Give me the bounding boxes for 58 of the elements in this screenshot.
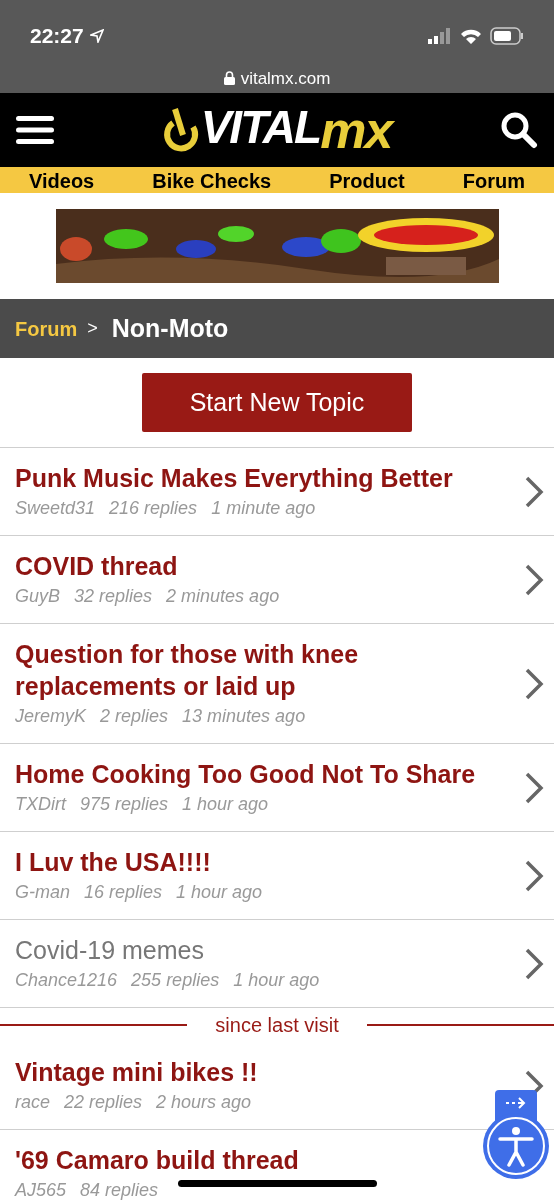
topic-row[interactable]: Covid-19 memes Chance1216 255 replies 1 hour ago bbox=[0, 920, 554, 1008]
start-topic-button[interactable]: Start New Topic bbox=[142, 373, 412, 432]
topic-author: race bbox=[15, 1091, 50, 1114]
clock: 22:27 bbox=[30, 23, 84, 49]
topic-author: G-man bbox=[15, 881, 70, 904]
wifi-icon bbox=[460, 27, 482, 44]
topic-title: '69 Camaro build thread bbox=[15, 1145, 300, 1176]
reply-count: 32 replies bbox=[74, 585, 153, 608]
breadcrumb-link[interactable]: Forum bbox=[15, 313, 78, 344]
topic-row[interactable]: Home Cooking Too Good Not To Share TXDirt 975 replies 1 hour ago bbox=[0, 744, 554, 832]
reply-count: 2 replies bbox=[100, 705, 169, 728]
topic-author: TXDirt bbox=[15, 793, 66, 816]
reply-count: 16 replies bbox=[84, 881, 163, 904]
topic-author: JeremyK bbox=[15, 705, 86, 728]
topic-row[interactable]: COVID thread GuyB 32 replies 2 minutes ago bbox=[0, 536, 554, 624]
battery-icon bbox=[490, 26, 524, 45]
reply-count: 255 replies bbox=[131, 969, 220, 992]
topic-time: 1 hour ago bbox=[233, 969, 320, 992]
topic-title: Vintage mini bikes !! bbox=[15, 1057, 259, 1088]
topic-title: I Luv the USA!!!! bbox=[15, 847, 212, 878]
topic-title: Punk Music Makes Everything Better bbox=[15, 463, 454, 494]
topic-title: Home Cooking Too Good Not To Share bbox=[15, 759, 477, 790]
topic-title: Covid-19 memes bbox=[15, 935, 205, 966]
topic-time: 2 minutes ago bbox=[166, 585, 280, 608]
topic-time: 2 hours ago bbox=[156, 1091, 252, 1114]
topic-row[interactable]: I Luv the USA!!!! G-man 16 replies 1 hour ago bbox=[0, 832, 554, 920]
topic-author: Sweetd31 bbox=[15, 497, 96, 520]
topic-author: GuyB bbox=[15, 585, 61, 608]
topic-time: 1 hour ago bbox=[176, 881, 263, 904]
reply-count: 22 replies bbox=[64, 1091, 143, 1114]
location-icon bbox=[89, 28, 104, 43]
topic-author: Chance1216 bbox=[15, 969, 118, 992]
divider-label: since last visit bbox=[215, 1013, 339, 1038]
signal-icon bbox=[428, 27, 452, 44]
site-logo[interactable]: VITALmx bbox=[200, 104, 392, 156]
topic-time: 1 hour ago bbox=[182, 793, 269, 816]
menu-icon[interactable] bbox=[16, 115, 54, 145]
lock-icon bbox=[223, 71, 235, 86]
topic-title: Question for those with knee replacements or laid up bbox=[15, 639, 360, 702]
topic-row[interactable]: Question for those with knee replacements or laid up JeremyK 2 replies 13 minutes ago bbox=[0, 624, 554, 744]
nav-link[interactable]: Bike Checks bbox=[152, 170, 272, 193]
page-title: Non-Moto bbox=[111, 312, 229, 344]
address-url[interactable]: vitalmx.com bbox=[240, 65, 331, 91]
search-icon[interactable] bbox=[500, 111, 538, 149]
arrow-icon bbox=[505, 1096, 527, 1110]
reply-count: 84 replies bbox=[80, 1179, 159, 1200]
topic-time: 1 minute ago bbox=[211, 497, 316, 520]
breadcrumb-separator: > bbox=[87, 317, 98, 340]
power-icon bbox=[162, 107, 201, 153]
nav-link[interactable]: Videos bbox=[29, 170, 95, 193]
topic-author: AJ565 bbox=[15, 1179, 67, 1200]
reply-count: 216 replies bbox=[109, 497, 198, 520]
topic-time: 13 minutes ago bbox=[182, 705, 306, 728]
reply-count: 975 replies bbox=[80, 793, 169, 816]
topic-title: COVID thread bbox=[15, 551, 179, 582]
topic-row[interactable]: Punk Music Makes Everything Better Sweetd31 216 replies 1 minute ago bbox=[0, 448, 554, 536]
nav-link[interactable]: Forum bbox=[462, 170, 525, 193]
nav-link[interactable]: Product bbox=[329, 170, 405, 193]
